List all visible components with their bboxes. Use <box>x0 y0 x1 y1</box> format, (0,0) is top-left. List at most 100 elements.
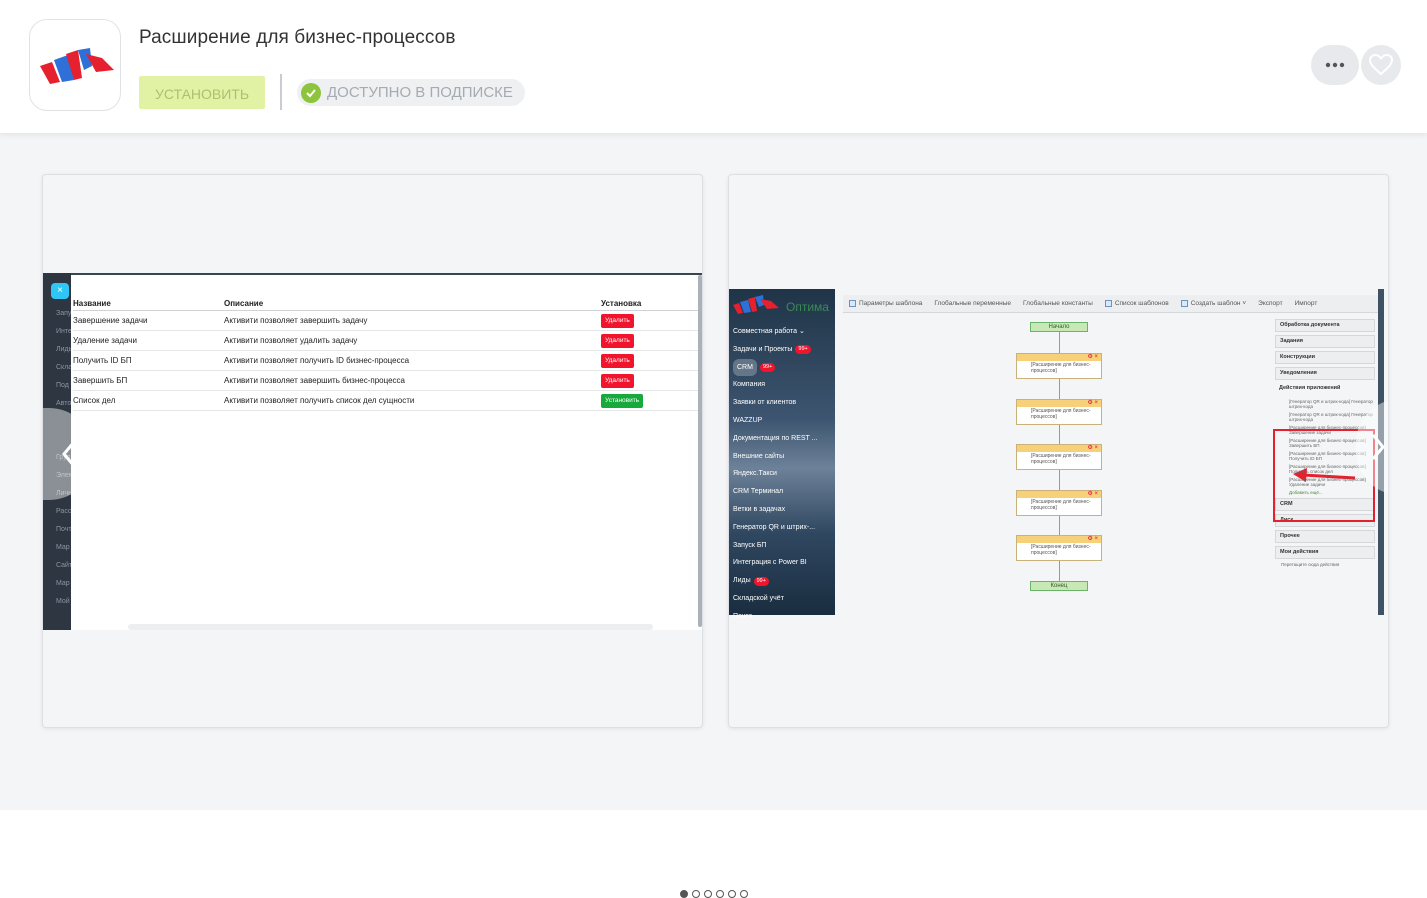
designer-toolbar: Параметры шаблона Глобальные переменные Гл… <box>843 295 1382 313</box>
sidebar-item: Инте <box>56 328 71 335</box>
menu-item-label: WAZZUP <box>733 416 763 424</box>
panel-section: Конструкции <box>1275 351 1375 364</box>
menu-item-label: Совместная работа ⌄ <box>733 328 805 335</box>
toolbar-icon <box>1180 300 1188 307</box>
app-title: Расширение для бизнес-процессов <box>139 27 456 48</box>
header-name: Название <box>73 299 111 308</box>
menu-item-label: Заявки от клиентов <box>733 399 797 407</box>
flow-activity-label: [Расширение для бизнес-процессов] <box>1031 453 1091 465</box>
menu-item: Интеграция с Power BI <box>733 554 817 572</box>
bitrix-sidebar: Оптима Совместная работа ⌄ Задачи и Проек… <box>729 289 835 620</box>
sidebar-item: Лиды <box>56 346 71 353</box>
menu-item-label: Складской учёт <box>733 594 784 602</box>
counter-badge: 99+ <box>753 576 769 586</box>
menu-item: Лиды 99+ <box>733 572 817 590</box>
panel-section: Мои действия <box>1275 546 1375 559</box>
pagination-dot[interactable] <box>692 890 700 898</box>
pagination-dot[interactable] <box>740 890 748 898</box>
menu-item-label: Почта <box>733 612 753 620</box>
screenshot-card-1[interactable]: ЗапуИнтеЛидыСклаПодАвтоГрупЭлемЛичнРассП… <box>42 174 703 728</box>
menu-item: CRM 99+ <box>733 358 817 377</box>
menu-item-label: Запуск БП <box>733 541 767 549</box>
menu-item-label: Яндекс.Такси <box>733 470 777 478</box>
menu-item-label: Интеграция с Power BI <box>733 559 807 567</box>
row-desc: Активити позволяет завершить задачу <box>224 316 368 325</box>
flow-activity-label: [Расширение для бизнес-процессов] <box>1031 498 1091 511</box>
more-button[interactable] <box>1311 45 1359 85</box>
row-desc: Активити позволяет завершить бизнес-проц… <box>224 376 405 385</box>
sidebar-item: Расс <box>56 508 71 515</box>
menu-item: Яндекс.Такси <box>733 465 817 483</box>
menu-item: Документация по REST ... <box>733 430 817 448</box>
sidebar-item: Почт <box>56 526 71 533</box>
screenshot-gallery: ЗапуИнтеЛидыСклаПодАвтоГрупЭлемЛичнРассП… <box>0 133 1427 898</box>
toolbar-label: Список шаблонов <box>1114 300 1169 307</box>
pagination-dot[interactable] <box>680 890 688 898</box>
sidebar-item: Сайт <box>56 562 71 569</box>
table-header: Название Описание Установка <box>73 297 698 311</box>
screenshot-card-2[interactable]: Оптима Совместная работа ⌄ Задачи и Проек… <box>728 174 1389 728</box>
remove-icon: ⚙ × <box>1087 354 1098 360</box>
toolbar-icon <box>1104 300 1112 307</box>
menu-item: Запуск БП <box>733 537 817 555</box>
menu-item-label: Задачи и Проекты <box>733 345 793 353</box>
favorite-button[interactable] <box>1361 45 1401 85</box>
install-activity-button: Установить <box>601 393 644 408</box>
toolbar-label: Параметры шаблона <box>859 300 923 307</box>
row-desc: Активити позволяет удалить задачу <box>224 336 358 345</box>
menu-item: Компания <box>733 376 817 394</box>
table-row: Завершить БП Активити позволяет завершить… <box>73 371 698 391</box>
install-button[interactable]: УСТАНОВИТЬ <box>139 76 265 109</box>
sidebar-item: Мар <box>56 580 70 587</box>
row-desc: Активити позволяет получить список дел с… <box>224 396 415 405</box>
menu-item: Ветки в задачах <box>733 501 817 519</box>
remove-icon: ⚙ × <box>1087 536 1098 542</box>
flow-activity: ⚙ × [Расширение для бизнес-процессов] <box>1016 444 1102 470</box>
toolbar-item: Глобальные переменные <box>934 300 1011 307</box>
more-icon <box>1325 62 1345 68</box>
menu-item: Внешние сайты <box>733 448 817 466</box>
toolbar-item: Параметры шаблона <box>849 300 922 307</box>
toolbar-item: Создать шаблон ˅ <box>1180 300 1246 307</box>
menu-item-label: Компания <box>733 381 766 389</box>
footer-area <box>0 810 1427 875</box>
menu-item: Почта <box>733 608 817 626</box>
toolbar-label: Экспорт <box>1258 300 1283 307</box>
bottom-bar <box>128 624 653 630</box>
brand-logo-icon <box>733 295 779 314</box>
remove-icon: ⚙ × <box>1087 490 1098 497</box>
flow-activity: ⚙ × [Расширение для бизнес-процессов] <box>1016 535 1102 561</box>
pagination-dot[interactable] <box>704 890 712 898</box>
menu-item-label: Документация по REST ... <box>733 434 818 442</box>
app-logo <box>29 19 121 111</box>
menu-item-label: Лиды <box>733 577 751 585</box>
top-border <box>71 273 702 275</box>
panel-section: Задания <box>1275 335 1375 348</box>
pagination-dot[interactable] <box>728 890 736 898</box>
chevron-left-icon <box>62 441 76 467</box>
menu-item: CRM Терминал <box>733 483 817 501</box>
subscription-label: ДОСТУПНО В ПОДПИСКЕ <box>327 84 513 101</box>
toolbar-label: Импорт <box>1294 300 1318 307</box>
menu-item-label: CRM <box>733 358 757 377</box>
subscription-badge: ДОСТУПНО В ПОДПИСКЕ <box>297 79 525 106</box>
flow-activity-label: [Расширение для бизнес-процессов] <box>1031 407 1091 420</box>
panel-section: Обработка документа <box>1275 319 1375 332</box>
flow-activity-label: [Расширение для бизнес-процессов] <box>1031 362 1091 374</box>
header-install: Установка <box>601 299 642 308</box>
divider <box>280 74 282 110</box>
menu-item-label: CRM Терминал <box>733 488 784 496</box>
flow-activity: ⚙ × [Расширение для бизнес-процессов] <box>1016 489 1102 516</box>
pagination-dot[interactable] <box>716 890 724 898</box>
scrollbar <box>698 275 702 627</box>
panel-section: Прочее <box>1275 530 1375 543</box>
toolbar-item: Импорт <box>1295 300 1318 307</box>
header-desc: Описание <box>224 299 264 308</box>
panel-action-item: [Генератор QR и штрих-кода] Генератор шт… <box>1289 412 1373 422</box>
row-name: Получить ID БП <box>73 356 132 365</box>
toolbar-label: Глобальные переменные <box>934 300 1012 307</box>
prev-slide-button[interactable] <box>43 408 95 500</box>
chevron-right-icon <box>1371 434 1385 460</box>
flow-activity-label: [Расширение для бизнес-процессов] <box>1031 544 1091 556</box>
toolbar-label: Глобальные константы <box>1023 300 1093 307</box>
